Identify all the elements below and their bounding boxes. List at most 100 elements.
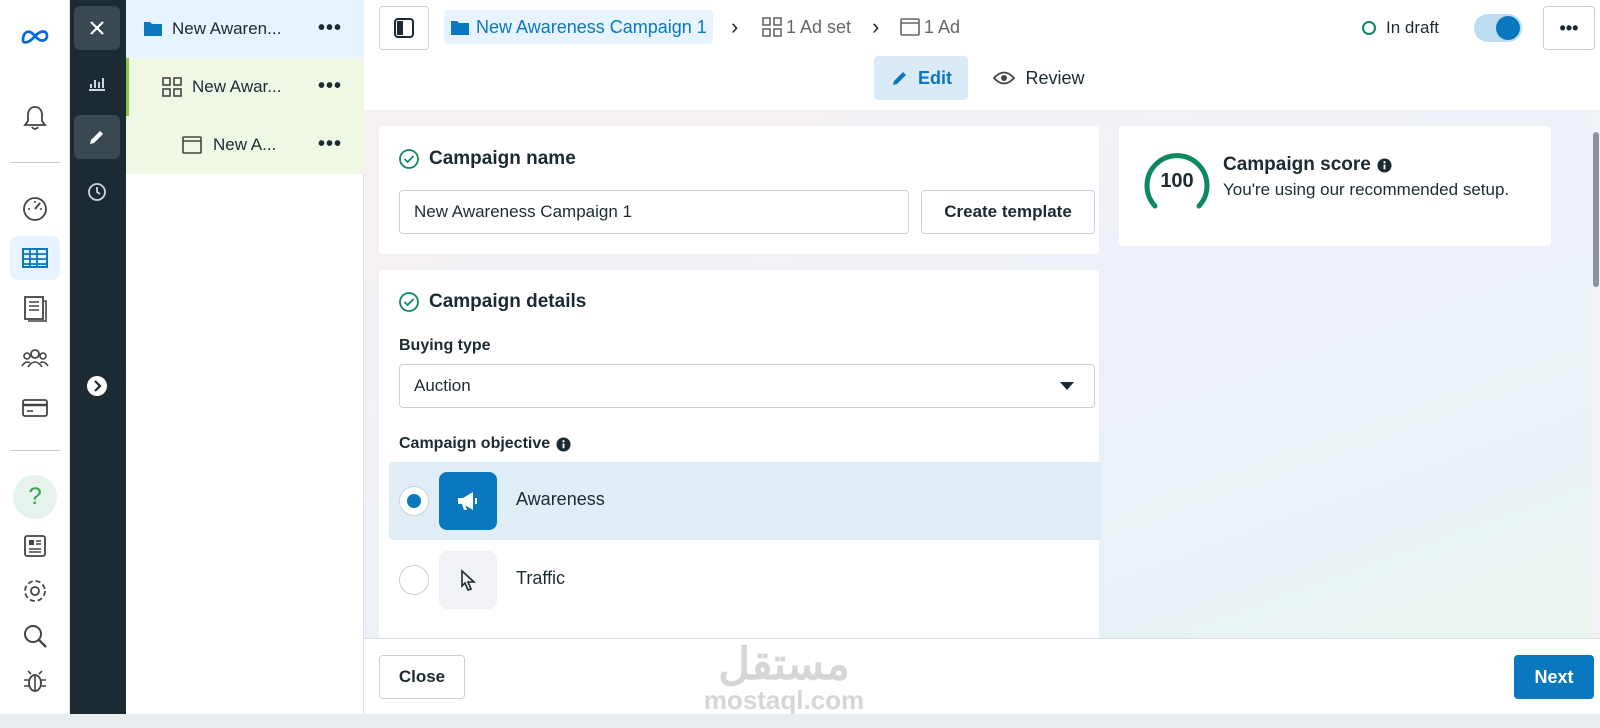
more-options-icon[interactable]: ••• — [318, 17, 342, 40]
score-title-row: Campaign score — [1223, 154, 1392, 176]
more-options-button[interactable]: ••• — [1543, 6, 1595, 50]
info-icon[interactable] — [1377, 157, 1392, 173]
breadcrumb-campaign[interactable]: New Awareness Campaign 1 — [444, 10, 713, 44]
edit-pencil-icon[interactable] — [74, 115, 120, 159]
campaign-objective-label-row: Campaign objective — [399, 435, 571, 453]
awareness-label: Awareness — [516, 489, 605, 509]
create-template-label: Create template — [944, 202, 1072, 221]
campaign-score-card: 100 Campaign score You're using our reco… — [1119, 126, 1551, 246]
traffic-radio[interactable] — [399, 565, 429, 595]
editor-mode-strip — [70, 0, 126, 714]
tree-item-label: New Awaren... — [172, 19, 282, 38]
left-nav-rail: ? — [0, 0, 70, 714]
pencil-icon — [893, 72, 906, 85]
campaign-objective-label: Campaign objective — [399, 435, 551, 452]
watermark-latin: mostaql.com — [703, 685, 865, 715]
tree-item-label: New Awar... — [192, 77, 282, 96]
score-title: Campaign score — [1223, 154, 1371, 175]
tree-item-campaign[interactable]: New Awaren... ••• — [126, 0, 364, 58]
review-mode-label: Review — [1025, 67, 1085, 88]
campaign-name-input[interactable]: New Awareness Campaign 1 — [399, 190, 909, 234]
check-circle-icon — [399, 149, 419, 169]
content-scrollbar[interactable] — [1592, 110, 1600, 638]
breadcrumb-adset[interactable]: 1 Ad set — [762, 10, 851, 44]
history-icon[interactable] — [74, 170, 120, 214]
objective-option-traffic[interactable]: Traffic — [389, 541, 1101, 619]
table-icon[interactable] — [10, 236, 60, 280]
dashboard-icon[interactable] — [10, 186, 60, 230]
adset-grid-icon — [762, 17, 782, 37]
more-options-icon[interactable]: ••• — [318, 75, 342, 98]
more-options-icon: ••• — [1559, 17, 1579, 38]
close-icon[interactable] — [74, 6, 120, 50]
top-bar: New Awareness Campaign 1 › 1 Ad set › 1 … — [364, 0, 1600, 110]
ad-icon — [182, 136, 202, 154]
campaign-name-card: Campaign name New Awareness Campaign 1 C… — [379, 126, 1099, 254]
draft-status-icon — [1362, 21, 1376, 35]
check-circle-icon — [399, 292, 419, 312]
toggle-panel-button[interactable] — [379, 6, 429, 50]
create-template-button[interactable]: Create template — [921, 190, 1095, 234]
tree-item-ad[interactable]: New A... ••• — [126, 116, 364, 174]
settings-icon[interactable] — [10, 569, 60, 613]
pages-icon[interactable] — [10, 524, 60, 568]
close-button[interactable]: Close — [379, 655, 465, 699]
help-icon[interactable]: ? — [13, 475, 57, 519]
objective-option-awareness[interactable]: Awareness — [389, 462, 1101, 540]
search-icon[interactable] — [10, 614, 60, 658]
next-label: Next — [1534, 666, 1574, 687]
breadcrumb-campaign-label: New Awareness Campaign 1 — [476, 16, 707, 37]
buying-type-select[interactable]: Auction — [399, 364, 1095, 408]
scrollbar-thumb[interactable] — [1593, 132, 1599, 287]
catalog-icon[interactable] — [10, 286, 60, 330]
expand-chevron-icon[interactable] — [74, 364, 120, 408]
breadcrumb-ad[interactable]: 1 Ad — [900, 10, 960, 44]
reports-icon[interactable] — [74, 60, 120, 104]
megaphone-icon — [439, 472, 497, 530]
adset-grid-icon — [162, 77, 182, 97]
meta-logo-icon[interactable] — [10, 14, 60, 58]
tree-item-label: New A... — [213, 135, 277, 154]
tree-item-adset[interactable]: New Awar... ••• — [126, 58, 364, 116]
breadcrumb-separator: › — [872, 14, 880, 39]
rail-divider — [10, 450, 60, 451]
campaign-name-title: Campaign name — [429, 148, 576, 169]
score-value: 100 — [1160, 170, 1194, 192]
editor-footer: Close مستقل mostaql.com Next — [364, 638, 1600, 715]
edit-mode-label: Edit — [918, 67, 952, 88]
more-options-icon[interactable]: ••• — [318, 133, 342, 156]
buying-type-value: Auction — [414, 376, 471, 395]
draft-status: In draft — [1362, 18, 1439, 38]
watermark-arabic: مستقل — [718, 640, 850, 689]
billing-icon[interactable] — [10, 386, 60, 430]
folder-icon — [451, 21, 469, 35]
cursor-icon — [439, 551, 497, 609]
score-subtitle: You're using our recommended setup. — [1223, 180, 1510, 199]
bottom-strip — [0, 714, 1600, 728]
bug-icon[interactable] — [10, 659, 60, 703]
toggle-knob — [1496, 16, 1520, 40]
eye-icon — [993, 71, 1016, 85]
breadcrumb-adset-label: 1 Ad set — [786, 16, 852, 37]
info-icon[interactable] — [556, 436, 571, 452]
draft-status-label: In draft — [1386, 18, 1439, 37]
radio-dot — [407, 494, 421, 508]
sidebar-toggle-icon — [394, 18, 414, 38]
edit-mode-button[interactable]: Edit — [874, 56, 968, 100]
editor-content: Campaign name New Awareness Campaign 1 C… — [364, 110, 1592, 638]
folder-icon — [144, 22, 162, 36]
buying-type-label: Buying type — [399, 337, 491, 354]
campaign-on-toggle[interactable] — [1474, 14, 1522, 42]
awareness-radio[interactable] — [399, 486, 429, 516]
breadcrumb-ad-label: 1 Ad — [924, 16, 961, 37]
traffic-label: Traffic — [516, 568, 566, 588]
breadcrumb-separator: › — [731, 14, 739, 39]
audience-icon[interactable] — [10, 336, 60, 380]
help-symbol: ? — [28, 483, 42, 510]
review-mode-button[interactable]: Review — [984, 56, 1094, 100]
campaign-tree-panel: New Awaren... ••• New Awar... ••• New A.… — [126, 0, 364, 714]
bell-icon[interactable] — [10, 96, 60, 140]
campaign-details-card: Campaign details Buying type Auction Cam… — [379, 270, 1101, 638]
close-label: Close — [398, 667, 446, 686]
next-button[interactable]: Next — [1514, 655, 1594, 699]
